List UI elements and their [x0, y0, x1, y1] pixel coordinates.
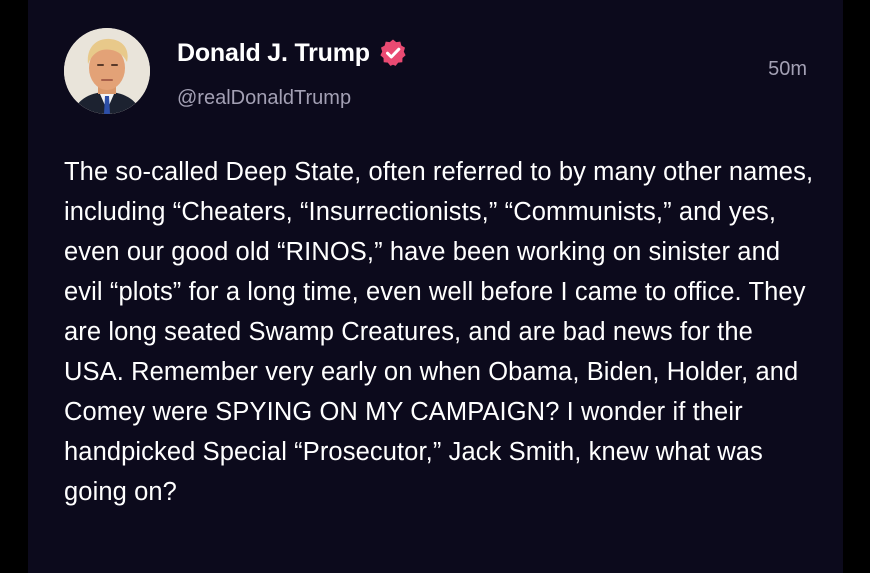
avatar-image	[64, 28, 150, 114]
post-body-text: The so-called Deep State, often referred…	[64, 158, 814, 506]
avatar[interactable]	[64, 28, 150, 114]
verified-badge-icon	[380, 39, 406, 66]
post-timestamp[interactable]: 50m	[768, 58, 807, 81]
author-name-row: Donald J. Trump	[177, 38, 408, 68]
author-handle[interactable]: @realDonaldTrump	[177, 87, 351, 110]
post-card: Donald J. Trump @realDonaldTrump 50m The…	[28, 0, 843, 573]
author-display-name[interactable]: Donald J. Trump	[177, 39, 370, 68]
